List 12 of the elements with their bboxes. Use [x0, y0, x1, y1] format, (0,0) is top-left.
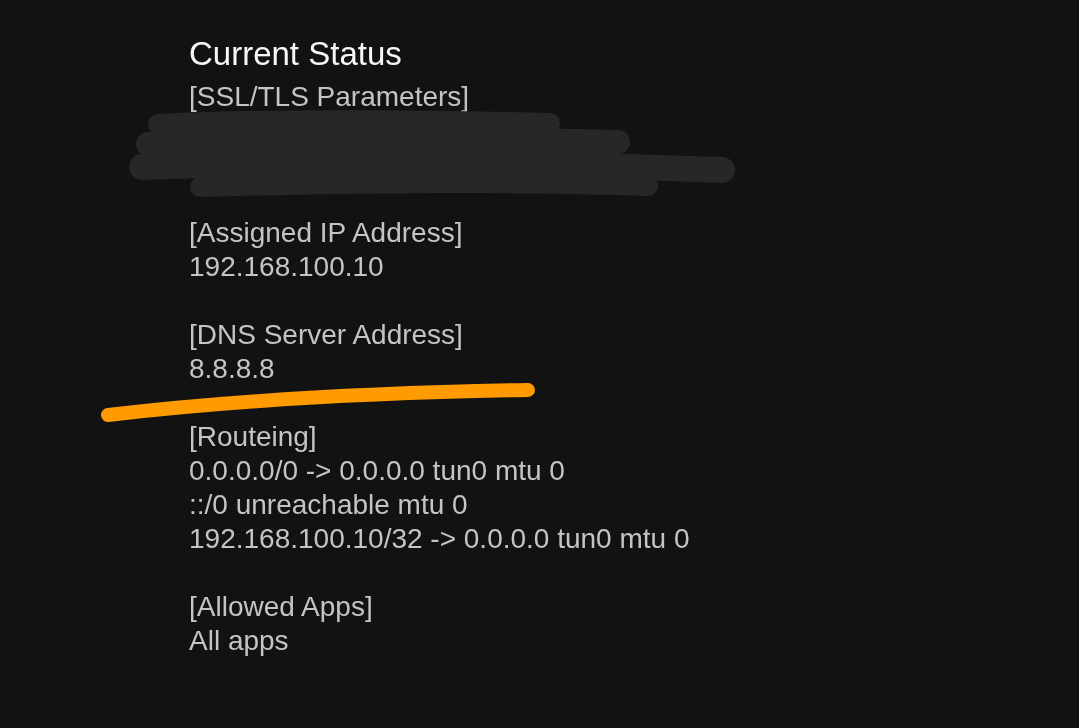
value-text: All apps: [189, 624, 289, 658]
value-text: 192.168.100.10/32 -> 0.0.0.0 tun0 mtu 0: [189, 522, 690, 556]
section-heading: [Allowed Apps]: [189, 590, 373, 624]
value-text: ::/0 unreachable mtu 0: [189, 488, 468, 522]
section-heading: [DNS Server Address]: [189, 318, 463, 352]
page-title: Current Status: [189, 36, 402, 72]
value-text: 0.0.0.0/0 -> 0.0.0.0 tun0 mtu 0: [189, 454, 565, 488]
value-text: 192.168.100.10: [189, 250, 384, 284]
section-heading: [Routeing]: [189, 420, 317, 454]
section-heading: [Assigned IP Address]: [189, 216, 463, 250]
section-heading: [SSL/TLS Parameters]: [189, 80, 470, 114]
value-text: 8.8.8.8: [189, 352, 275, 386]
